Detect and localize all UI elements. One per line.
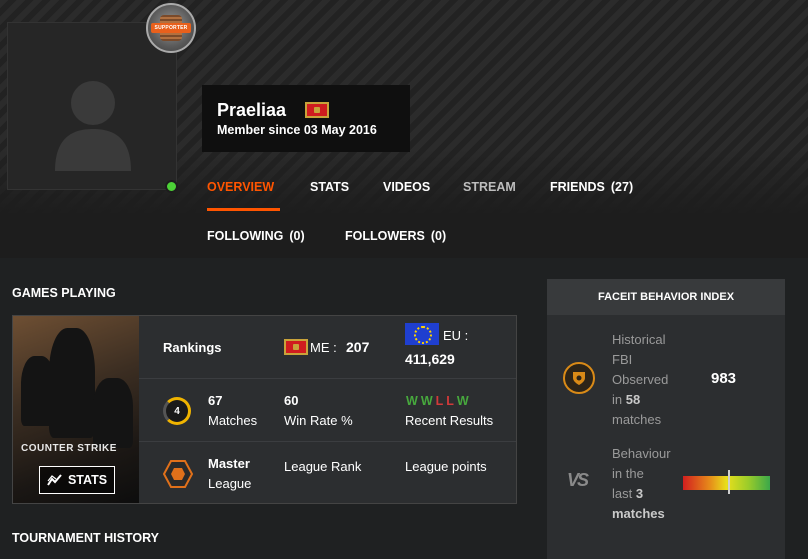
divider bbox=[139, 441, 516, 442]
montenegro-flag-icon bbox=[284, 339, 308, 355]
historical-line: FBI bbox=[612, 352, 633, 367]
stats-button-label: STATS bbox=[67, 473, 108, 487]
behaviour-line: Behaviour bbox=[612, 446, 671, 461]
online-status-dot bbox=[165, 180, 178, 193]
username: Praeliaa bbox=[217, 100, 287, 120]
game-card: COUNTER STRIKE STATS bbox=[12, 315, 517, 504]
historical-fbi-text: Historical FBI Observed in 58 matches bbox=[612, 330, 668, 430]
tab-followers[interactable]: FOLLOWERS (0) bbox=[345, 229, 446, 243]
supporter-badge: SUPPORTER bbox=[146, 3, 196, 53]
friends-count: (27) bbox=[610, 180, 634, 194]
tab-following-label: FOLLOWING bbox=[207, 229, 284, 243]
tab-stream[interactable]: STREAM bbox=[463, 180, 516, 194]
member-since: Member since 03 May 2016 bbox=[217, 123, 377, 137]
tab-friends[interactable]: FRIENDS (27) bbox=[550, 180, 633, 194]
games-playing-title: GAMES PLAYING bbox=[12, 286, 116, 300]
historical-line: Historical bbox=[612, 332, 666, 347]
region-eu-rank: 411,629 bbox=[405, 351, 455, 367]
tournament-history-title: TOURNAMENT HISTORY bbox=[12, 531, 159, 545]
behaviour-match-count: 3 bbox=[635, 486, 644, 501]
region-eu-label: EU : bbox=[443, 328, 469, 343]
tab-overview[interactable]: OVERVIEW bbox=[207, 180, 274, 194]
default-avatar-icon bbox=[55, 81, 131, 171]
behaviour-line: in the bbox=[612, 466, 644, 481]
recent-results: WWLLW bbox=[406, 393, 472, 408]
historical-line: matches bbox=[612, 412, 662, 427]
camera-icon[interactable] bbox=[20, 161, 44, 181]
fbi-title: FACEIT BEHAVIOR INDEX bbox=[547, 279, 785, 315]
skill-level: 4 bbox=[174, 405, 180, 417]
game-stats-button[interactable]: STATS bbox=[39, 466, 115, 494]
winrate-value: 60 bbox=[284, 393, 299, 408]
behaviour-meter bbox=[683, 476, 770, 490]
result-badge: L bbox=[446, 394, 454, 408]
followers-count: (0) bbox=[430, 229, 447, 243]
region-me-rank: 207 bbox=[346, 339, 370, 355]
historical-line: in bbox=[612, 392, 623, 407]
result-badge: W bbox=[420, 394, 433, 408]
behaviour-line: last bbox=[612, 486, 633, 501]
fbi-score: 983 bbox=[711, 370, 737, 387]
avatar bbox=[7, 22, 177, 190]
league-label: League bbox=[208, 476, 252, 491]
league-points-label: League points bbox=[405, 459, 487, 474]
historical-line: Observed bbox=[612, 372, 669, 387]
league-icon bbox=[163, 460, 193, 488]
result-badge: W bbox=[406, 394, 418, 408]
league-value: Master bbox=[208, 456, 250, 471]
recent-results-label: Recent Results bbox=[405, 413, 494, 428]
game-logo: COUNTER STRIKE bbox=[21, 443, 117, 454]
behaviour-marker bbox=[728, 470, 731, 494]
tab-following[interactable]: FOLLOWING (0) bbox=[207, 229, 305, 243]
eu-flag-icon bbox=[405, 323, 439, 345]
tab-videos[interactable]: VIDEOS bbox=[383, 180, 430, 194]
historical-match-count: 58 bbox=[625, 392, 641, 407]
result-badge: L bbox=[435, 394, 444, 408]
winrate-label: Win Rate % bbox=[284, 413, 353, 428]
matches-label: Matches bbox=[208, 413, 258, 428]
montenegro-flag-icon bbox=[305, 102, 329, 118]
profile-name-box: Praeliaa Member since 03 May 2016 bbox=[202, 85, 410, 152]
league-rank-label: League Rank bbox=[284, 459, 362, 474]
rankings-label: Rankings bbox=[163, 340, 222, 355]
region-me-label: ME : bbox=[310, 340, 337, 355]
skill-level-icon: 4 bbox=[163, 397, 191, 425]
game-cover[interactable]: COUNTER STRIKE STATS bbox=[13, 316, 139, 503]
tab-followers-label: FOLLOWERS bbox=[345, 229, 425, 243]
tab-friends-label: FRIENDS bbox=[550, 180, 605, 194]
chart-trend-icon bbox=[47, 474, 62, 486]
shield-icon bbox=[563, 362, 595, 394]
supporter-ribbon: SUPPORTER bbox=[151, 23, 191, 33]
tab-stats[interactable]: STATS bbox=[310, 180, 349, 194]
divider bbox=[139, 378, 516, 379]
behaviour-text: Behaviour in the last 3 matches bbox=[612, 444, 671, 524]
matches-value: 67 bbox=[208, 393, 223, 408]
behaviour-line: matches bbox=[612, 506, 665, 521]
following-count: (0) bbox=[289, 229, 305, 243]
result-badge: W bbox=[456, 394, 469, 408]
versus-icon: VS bbox=[567, 470, 589, 490]
tab-active-indicator bbox=[207, 208, 280, 211]
